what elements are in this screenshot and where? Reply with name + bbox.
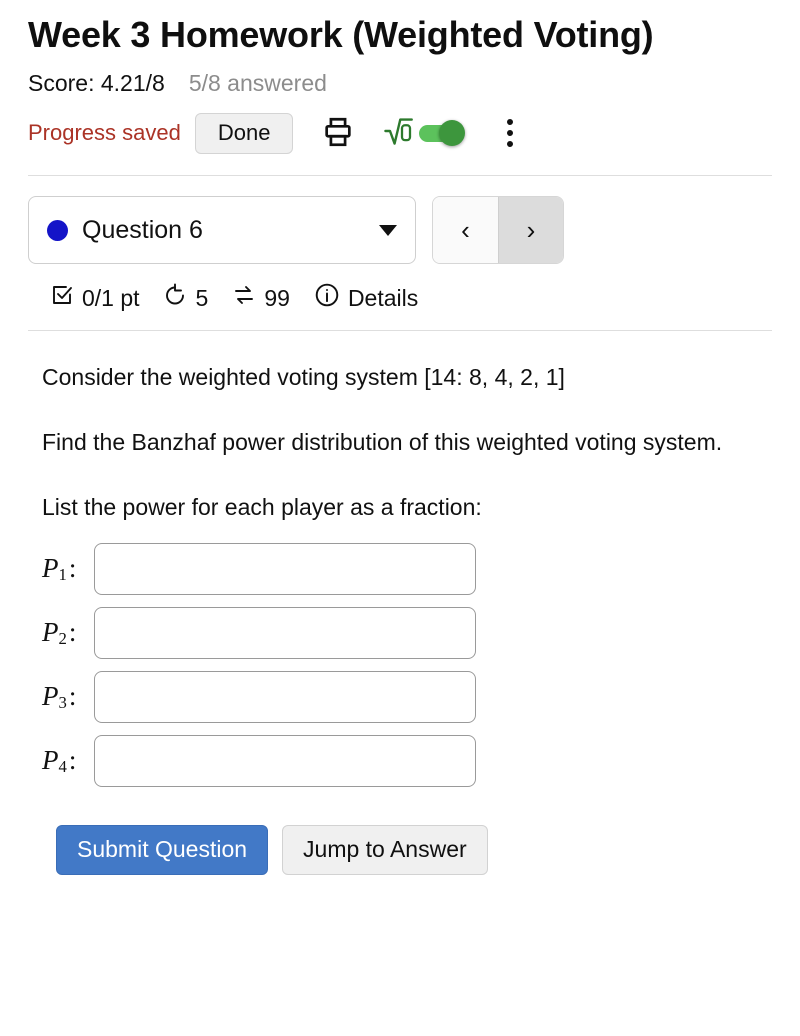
answer-label-p2: P2: bbox=[42, 617, 77, 649]
score-label: Score: 4.21/8 bbox=[28, 70, 165, 97]
details-stat[interactable]: Details bbox=[314, 282, 418, 314]
kebab-dot-3 bbox=[507, 141, 514, 148]
answer-row: P2: bbox=[42, 607, 764, 660]
next-question-button[interactable]: › bbox=[498, 197, 563, 264]
attempts-label: 5 bbox=[195, 284, 209, 311]
swap-arrows-icon bbox=[232, 283, 256, 313]
points-label: 0/1 pt bbox=[82, 284, 140, 311]
answer-label-p1: P1: bbox=[42, 553, 77, 585]
question-content: Consider the weighted voting system [14:… bbox=[28, 361, 772, 875]
score-row: Score: 4.21/8 5/8 answered bbox=[28, 70, 772, 97]
more-options-button[interactable] bbox=[499, 115, 521, 151]
attempts-stat: 5 bbox=[164, 283, 209, 313]
divider-top bbox=[28, 175, 772, 177]
question-paragraph-3: List the power for each player as a frac… bbox=[42, 493, 482, 520]
assignment-toolbar: Progress saved Done bbox=[28, 109, 772, 157]
answer-row: P1: bbox=[42, 543, 764, 596]
answer-input-p1[interactable] bbox=[94, 543, 476, 596]
answer-label-p3: P3: bbox=[42, 681, 77, 713]
sqrt-icon bbox=[383, 115, 414, 152]
answer-field-list: P1: P2: P3: P4: bbox=[42, 543, 764, 788]
undo-arrow-icon bbox=[164, 283, 188, 313]
prev-next-group: ‹ › bbox=[432, 196, 564, 265]
done-button[interactable]: Done bbox=[194, 113, 294, 154]
question-status-dot-icon bbox=[47, 219, 68, 241]
answer-input-p4[interactable] bbox=[94, 735, 476, 788]
selected-question-label: Question 6 bbox=[82, 215, 203, 244]
exchange-stat: 99 bbox=[232, 283, 290, 313]
kebab-menu-icon bbox=[507, 119, 514, 126]
answer-input-p3[interactable] bbox=[94, 671, 476, 724]
jump-to-answer-button[interactable]: Jump to Answer bbox=[282, 825, 488, 875]
question-stats-row: 0/1 pt 5 99 Details bbox=[28, 282, 772, 314]
print-icon bbox=[321, 115, 355, 152]
points-stat: 0/1 pt bbox=[50, 283, 140, 313]
progress-saved-status: Progress saved bbox=[28, 120, 181, 146]
details-label: Details bbox=[347, 284, 419, 311]
submit-question-button[interactable]: Submit Question bbox=[56, 825, 269, 875]
math-input-toggle[interactable] bbox=[383, 115, 466, 152]
kebab-dot-2 bbox=[507, 130, 514, 137]
answer-row: P3: bbox=[42, 671, 764, 724]
exchange-label: 99 bbox=[264, 284, 290, 311]
question-selector-dropdown[interactable]: Question 6 bbox=[28, 196, 416, 265]
checkbox-checked-icon bbox=[50, 283, 74, 313]
answered-count-label: 5/8 answered bbox=[188, 70, 327, 97]
homework-page: Week 3 Homework (Weighted Voting) Score:… bbox=[0, 14, 800, 875]
question-paragraph-1: Consider the weighted voting system [14:… bbox=[42, 364, 565, 391]
question-actions: Submit Question Jump to Answer bbox=[42, 825, 764, 875]
page-title: Week 3 Homework (Weighted Voting) bbox=[28, 14, 654, 55]
answer-label-p4: P4: bbox=[42, 745, 77, 777]
info-circle-icon bbox=[314, 282, 340, 314]
toggle-knob bbox=[439, 120, 466, 147]
divider-below-stats bbox=[28, 330, 772, 332]
question-navigation: Question 6 ‹ › bbox=[28, 196, 772, 265]
math-toggle-switch[interactable] bbox=[419, 120, 466, 147]
previous-question-button[interactable]: ‹ bbox=[433, 197, 498, 264]
answer-row: P4: bbox=[42, 735, 764, 788]
print-button[interactable] bbox=[321, 115, 355, 152]
question-paragraph-2: Find the Banzhaf power distribution of t… bbox=[42, 429, 723, 456]
answer-input-p2[interactable] bbox=[94, 607, 476, 660]
chevron-down-icon bbox=[379, 224, 397, 236]
